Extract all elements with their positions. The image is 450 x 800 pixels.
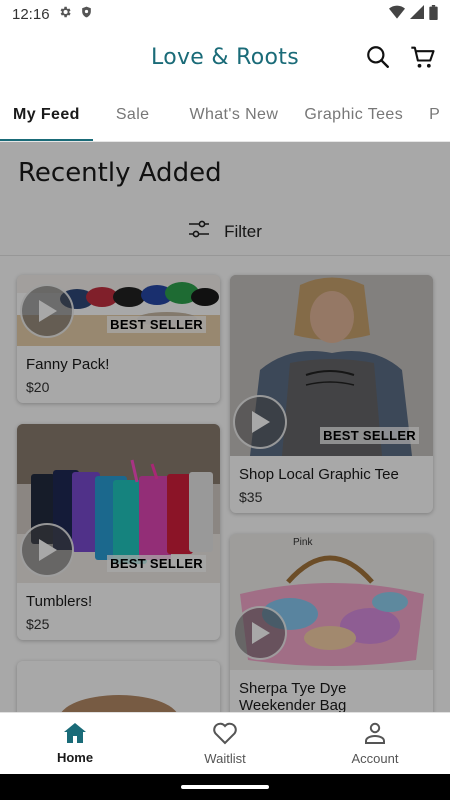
tab-more[interactable]: P	[416, 88, 450, 141]
product-card[interactable]: BEST SELLER Fanny Pack! $20	[17, 275, 220, 403]
product-name: Tumblers!	[26, 593, 93, 610]
home-icon	[63, 722, 87, 747]
status-bar: 12:16	[0, 0, 450, 28]
nav-waitlist-label: Waitlist	[204, 751, 246, 766]
wifi-icon	[389, 5, 405, 23]
battery-icon	[429, 4, 438, 24]
product-card[interactable]: Pink Sherpa Tye Dye Weekender Bag	[230, 534, 433, 712]
play-icon[interactable]	[233, 395, 287, 449]
product-image-label: Pink	[293, 537, 313, 548]
app-title: Love & Roots	[151, 44, 299, 70]
person-icon	[363, 721, 387, 748]
search-icon[interactable]	[364, 43, 392, 71]
cart-icon[interactable]	[409, 43, 437, 71]
product-image: BEST SELLER	[17, 275, 220, 346]
product-price: $35	[239, 489, 263, 505]
filter-button[interactable]: Filter	[0, 208, 450, 256]
tab-whats-new[interactable]: What's New	[176, 88, 291, 141]
product-name: Sherpa Tye Dye Weekender Bag	[239, 680, 347, 712]
product-card[interactable]: BEST SELLER Tumblers! $25	[17, 424, 220, 640]
product-price: $20	[26, 379, 50, 395]
app-header: Love & Roots	[0, 28, 450, 86]
product-column-left: BEST SELLER Fanny Pack! $20 BEST SELLER …	[17, 275, 220, 712]
nav-home-label: Home	[56, 750, 94, 765]
product-price: $25	[26, 616, 50, 632]
product-image: BEST SELLER	[230, 275, 433, 456]
feed-content[interactable]: Recently Added Filter BEST SELLER Fanny …	[0, 142, 450, 712]
signal-icon	[410, 5, 424, 23]
tab-sale[interactable]: Sale	[103, 88, 163, 141]
tab-my-feed[interactable]: My Feed	[0, 88, 93, 141]
home-gesture-pill[interactable]	[181, 785, 269, 789]
product-image: BEST SELLER	[17, 424, 220, 583]
product-image	[17, 661, 220, 712]
system-nav-bar	[0, 774, 450, 800]
product-image: Pink	[230, 534, 433, 670]
product-column-right: BEST SELLER Shop Local Graphic Tee $35 P…	[230, 275, 433, 712]
nav-account-label: Account	[351, 751, 399, 766]
product-name: Fanny Pack!	[26, 356, 110, 373]
play-icon[interactable]	[20, 523, 74, 577]
nav-account[interactable]: Account	[300, 713, 450, 774]
play-icon[interactable]	[20, 284, 74, 338]
category-tabs: My Feed Sale What's New Graphic Tees P	[0, 88, 450, 142]
product-card[interactable]: BEST SELLER Shop Local Graphic Tee $35	[230, 275, 433, 513]
bottom-nav: Home Waitlist Account	[0, 712, 450, 774]
nav-home[interactable]: Home	[0, 713, 150, 774]
best-seller-badge: BEST SELLER	[107, 316, 206, 333]
filter-sliders-icon	[188, 220, 210, 243]
settings-gear-icon	[58, 5, 72, 23]
product-card[interactable]	[17, 661, 220, 712]
status-time: 12:16	[12, 5, 50, 23]
best-seller-badge: BEST SELLER	[107, 555, 206, 572]
play-icon[interactable]	[233, 606, 287, 660]
shield-icon	[80, 5, 93, 23]
product-name: Shop Local Graphic Tee	[239, 466, 399, 483]
tab-graphic-tees[interactable]: Graphic Tees	[291, 88, 416, 141]
filter-label: Filter	[224, 221, 262, 241]
section-title: Recently Added	[18, 158, 222, 188]
best-seller-badge: BEST SELLER	[320, 427, 419, 444]
heart-icon	[212, 721, 238, 748]
nav-waitlist[interactable]: Waitlist	[150, 713, 300, 774]
